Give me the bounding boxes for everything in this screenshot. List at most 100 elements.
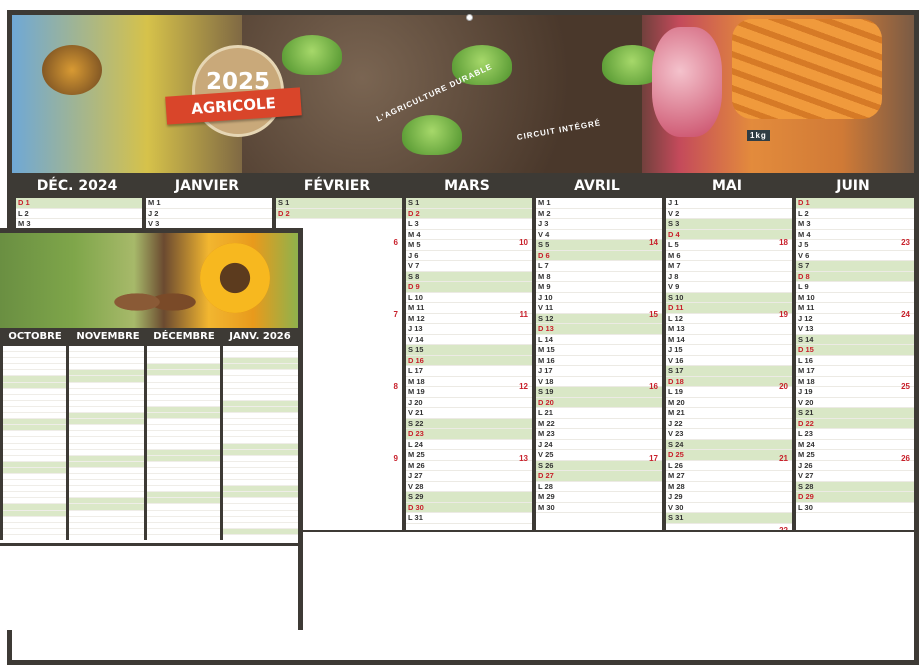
mini-month-column: [0, 346, 66, 540]
day-row: S 1: [406, 198, 532, 209]
day-label: J 22: [668, 418, 683, 428]
day-row: M 28: [666, 481, 792, 492]
mini-month-column: [66, 346, 144, 540]
day-label: V 16: [668, 355, 684, 365]
mini-month-header-nov: NOVEMBRE: [76, 331, 140, 342]
day-label: S 12: [538, 313, 554, 323]
day-label: S 26: [538, 460, 554, 470]
day-label: S 31: [668, 513, 684, 523]
day-label: S 5: [538, 240, 550, 250]
day-label: M 3: [18, 219, 31, 229]
day-row: L 7: [536, 261, 662, 272]
day-row: D 9: [406, 282, 532, 293]
day-label: D 18: [668, 376, 684, 386]
day-row: V 11: [536, 303, 662, 314]
day-label: M 8: [538, 271, 551, 281]
mini-calendar-sheet: OCTOBRE NOVEMBRE DÉCEMBRE JANV. 2026: [0, 228, 303, 630]
week-number: 13: [519, 454, 528, 463]
day-label: L 2: [18, 208, 29, 218]
day-label: L 5: [668, 240, 679, 250]
day-row: L 5: [666, 240, 792, 251]
day-label: S 3: [668, 219, 680, 229]
day-label: J 1: [668, 198, 679, 208]
day-label: J 19: [798, 387, 813, 397]
sunflower-image: [200, 243, 270, 313]
day-label: D 1: [798, 198, 810, 208]
day-label: D 27: [538, 471, 554, 481]
day-row: J 24: [536, 439, 662, 450]
day-label: M 9: [538, 282, 551, 292]
day-row: D 2: [406, 208, 532, 219]
day-label: M 24: [798, 439, 815, 449]
day-row: L 19: [666, 387, 792, 398]
day-label: M 11: [408, 303, 425, 313]
week-number: 20: [779, 382, 788, 391]
day-label: M 4: [408, 229, 421, 239]
day-label: D 4: [668, 229, 680, 239]
mini-month-column: [144, 346, 220, 540]
day-row: M 18: [796, 377, 914, 387]
agriculture-banner-photo: L'AGRICULTURE DURABLE CIRCUIT INTÉGRÉ 1k…: [12, 15, 914, 173]
day-label: M 26: [408, 460, 425, 470]
hanging-hole: [466, 14, 473, 21]
day-label: D 29: [798, 492, 814, 502]
day-row: J 26: [796, 461, 914, 471]
day-row: S 24: [666, 439, 792, 450]
day-label: V 11: [538, 303, 554, 313]
day-label: J 10: [538, 292, 553, 302]
day-label: M 1: [538, 198, 551, 208]
day-row: M 4: [406, 229, 532, 240]
day-label: M 14: [668, 334, 685, 344]
day-label: M 15: [538, 345, 555, 355]
day-label: J 13: [408, 324, 423, 334]
day-label: D 22: [798, 418, 814, 428]
day-label: M 16: [538, 355, 555, 365]
day-row: V 28: [406, 482, 532, 492]
day-row: D 13: [536, 324, 662, 335]
day-row: M 19: [406, 387, 532, 398]
day-row: D 16: [406, 355, 532, 366]
day-row: D 29: [796, 492, 914, 503]
mini-day-row: [147, 529, 220, 535]
day-label: V 3: [148, 219, 160, 229]
week-number: 10: [519, 238, 528, 247]
day-row: S 19: [536, 387, 662, 398]
month-header-mars: MARS: [444, 178, 490, 194]
carrot-image: [732, 19, 882, 119]
chicks-image: [110, 278, 200, 318]
day-row: S 22: [406, 418, 532, 429]
day-row: S 8: [406, 271, 532, 282]
day-row: S 1: [276, 198, 402, 209]
day-label: M 6: [668, 250, 681, 260]
day-row: M 16: [536, 355, 662, 366]
day-row: D 18: [666, 376, 792, 387]
day-row: M 7: [666, 261, 792, 272]
day-label: L 23: [798, 429, 813, 439]
day-label: L 17: [408, 366, 423, 376]
day-row: V 30: [666, 503, 792, 513]
day-label: V 18: [538, 376, 554, 386]
sprout-image: [402, 115, 462, 155]
day-row: J 13: [406, 324, 532, 335]
month-header-mai: MAI: [712, 178, 742, 194]
day-label: V 6: [798, 250, 810, 260]
day-row: M 25: [406, 450, 532, 461]
day-row: L 9: [796, 282, 914, 293]
day-row: D 25: [666, 450, 792, 461]
day-label: L 21: [538, 408, 553, 418]
day-row: D 6: [536, 250, 662, 261]
day-label: S 1: [408, 198, 420, 208]
day-row: J 20: [406, 398, 532, 408]
day-row: J 6: [406, 251, 532, 261]
day-row: D 15: [796, 345, 914, 356]
day-label: M 3: [798, 219, 811, 229]
day-row: J 1: [666, 198, 792, 209]
day-row: V 25: [536, 450, 662, 461]
day-label: M 28: [668, 481, 685, 491]
radish-image: [652, 27, 722, 137]
day-label: L 12: [668, 313, 683, 323]
day-label: J 24: [538, 439, 553, 449]
day-label: D 6: [538, 250, 550, 260]
day-label: D 25: [668, 450, 684, 460]
day-label: L 3: [408, 219, 419, 229]
